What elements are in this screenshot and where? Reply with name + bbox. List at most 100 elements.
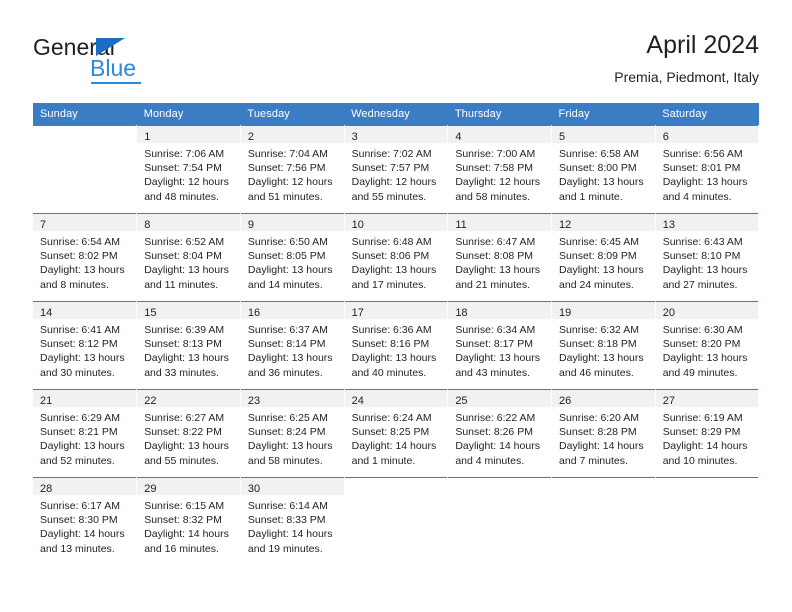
daylight-text-line1: Daylight: 14 hours <box>247 528 333 541</box>
day-number: 17 <box>351 307 364 319</box>
calendar-day-cell[interactable]: 13 Sunrise: 6:43 AM Sunset: 8:10 PM Dayligh… <box>655 213 760 301</box>
daylight-text-line1: Daylight: 12 hours <box>455 176 540 189</box>
calendar-day-cell[interactable]: 26 Sunrise: 6:20 AM Sunset: 8:28 PM Dayligh… <box>551 389 656 477</box>
daylight-text-line1: Daylight: 13 hours <box>40 264 125 277</box>
calendar-day-cell[interactable]: 9 Sunrise: 6:50 AM Sunset: 8:05 PM Daylight… <box>240 213 345 301</box>
calendar-day-cell[interactable]: 2 Sunrise: 7:04 AM Sunset: 7:56 PM Daylight… <box>240 125 345 213</box>
day-number: 26 <box>559 395 572 407</box>
sunset-text: Sunset: 8:29 PM <box>662 426 741 439</box>
day-number: 11 <box>455 219 467 231</box>
general-blue-logo[interactable]: General Blue <box>33 34 233 92</box>
day-cell: 20 Sunrise: 6:30 AM Sunset: 8:20 PM Dayligh… <box>655 301 759 389</box>
calendar-day-cell[interactable]: 28 Sunrise: 6:17 AM Sunset: 8:30 PM Dayligh… <box>33 477 138 563</box>
calendar-day-cell[interactable]: 1 Sunrise: 7:06 AM Sunset: 7:54 PM Daylight… <box>136 125 241 213</box>
day-number-band: 17 <box>344 302 448 319</box>
day-cell-body: Sunrise: 6:17 AM Sunset: 8:30 PM Daylight:… <box>33 495 136 556</box>
calendar-day-cell[interactable]: 21 Sunrise: 6:29 AM Sunset: 8:21 PM Dayligh… <box>33 389 138 477</box>
daylight-text-line1: Daylight: 13 hours <box>247 352 333 365</box>
daylight-text-line2: and 1 minute. <box>351 454 416 467</box>
daylight-text-line2: and 46 minutes. <box>559 366 634 379</box>
daylight-text-line1: Daylight: 13 hours <box>144 264 229 277</box>
calendar-body: 1 Sunrise: 7:06 AM Sunset: 7:54 PM Daylight… <box>33 125 760 563</box>
sunset-text: Sunset: 8:26 PM <box>455 426 533 439</box>
day-number: 27 <box>662 395 675 407</box>
daylight-text-line2: and 58 minutes. <box>247 454 323 467</box>
daylight-text-line1: Daylight: 14 hours <box>455 440 540 453</box>
daylight-text-line2: and 11 minutes. <box>144 278 219 291</box>
day-cell-body: Sunrise: 6:50 AM Sunset: 8:05 PM Daylight:… <box>241 231 344 292</box>
daylight-text-line2: and 13 minutes. <box>40 542 115 555</box>
daylight-text-line1: Daylight: 14 hours <box>40 528 125 541</box>
calendar-day-cell[interactable]: 25 Sunrise: 6:22 AM Sunset: 8:26 PM Dayligh… <box>447 389 553 477</box>
calendar-day-cell[interactable]: 17 Sunrise: 6:36 AM Sunset: 8:16 PM Dayligh… <box>344 301 449 389</box>
daylight-text-line2: and 58 minutes. <box>455 190 531 203</box>
calendar-day-cell[interactable]: 5 Sunrise: 6:58 AM Sunset: 8:00 PM Daylight… <box>551 125 656 213</box>
daylight-text-line1: Daylight: 14 hours <box>559 440 644 453</box>
calendar-day-cell[interactable]: 29 Sunrise: 6:15 AM Sunset: 8:32 PM Dayligh… <box>136 477 241 563</box>
weekday-header-saturday: Saturday <box>655 103 759 125</box>
daylight-text-line2: and 19 minutes. <box>247 542 323 555</box>
day-cell-body: Sunrise: 6:30 AM Sunset: 8:20 PM Daylight:… <box>656 319 759 380</box>
day-cell-body: Sunrise: 6:47 AM Sunset: 8:08 PM Daylight:… <box>448 231 551 292</box>
calendar-day-cell[interactable]: 18 Sunrise: 6:34 AM Sunset: 8:17 PM Dayligh… <box>447 301 553 389</box>
daylight-text-line1: Daylight: 13 hours <box>40 352 125 365</box>
sunset-text: Sunset: 8:04 PM <box>144 250 222 263</box>
daylight-text-line2: and 49 minutes. <box>662 366 738 379</box>
day-cell-body: Sunrise: 6:20 AM Sunset: 8:28 PM Daylight:… <box>552 407 655 468</box>
day-number-band: 24 <box>344 390 448 407</box>
sunrise-text: Sunrise: 6:20 AM <box>559 412 639 424</box>
day-number-band: 8 <box>137 214 240 231</box>
day-cell: 29 Sunrise: 6:15 AM Sunset: 8:32 PM Dayligh… <box>137 477 240 563</box>
daylight-text-line1: Daylight: 13 hours <box>559 264 644 277</box>
calendar-day-cell[interactable]: 20 Sunrise: 6:30 AM Sunset: 8:20 PM Dayligh… <box>655 301 760 389</box>
day-cell-body: Sunrise: 6:58 AM Sunset: 8:00 PM Daylight:… <box>552 143 655 204</box>
day-number-band: 11 <box>448 214 552 231</box>
day-cell-body: Sunrise: 6:34 AM Sunset: 8:17 PM Daylight:… <box>448 319 551 380</box>
sunset-text: Sunset: 7:56 PM <box>247 162 326 175</box>
sunrise-text: Sunrise: 6:47 AM <box>455 236 536 248</box>
calendar-day-cell[interactable]: 15 Sunrise: 6:39 AM Sunset: 8:13 PM Dayligh… <box>136 301 241 389</box>
calendar-day-cell <box>655 477 760 563</box>
calendar-day-cell[interactable]: 27 Sunrise: 6:19 AM Sunset: 8:29 PM Dayligh… <box>655 389 760 477</box>
calendar-day-cell[interactable]: 30 Sunrise: 6:14 AM Sunset: 8:33 PM Dayligh… <box>240 477 345 563</box>
page-subtitle: Premia, Piedmont, Italy <box>614 69 759 85</box>
calendar-day-cell[interactable]: 14 Sunrise: 6:41 AM Sunset: 8:12 PM Dayligh… <box>33 301 138 389</box>
calendar-day-cell[interactable]: 23 Sunrise: 6:25 AM Sunset: 8:24 PM Dayligh… <box>240 389 345 477</box>
calendar-week-row: 7 Sunrise: 6:54 AM Sunset: 8:02 PM Daylight… <box>33 213 760 301</box>
calendar-week-row: 28 Sunrise: 6:17 AM Sunset: 8:30 PM Dayligh… <box>33 477 760 563</box>
sunrise-text: Sunrise: 6:56 AM <box>662 148 743 160</box>
calendar-day-cell[interactable]: 6 Sunrise: 6:56 AM Sunset: 8:01 PM Daylight… <box>655 125 760 213</box>
sunrise-text: Sunrise: 6:52 AM <box>144 236 225 248</box>
sunset-text: Sunset: 8:30 PM <box>40 514 118 527</box>
calendar-day-cell[interactable]: 22 Sunrise: 6:27 AM Sunset: 8:22 PM Dayligh… <box>136 389 241 477</box>
daylight-text-line1: Daylight: 12 hours <box>247 176 333 189</box>
calendar-day-cell[interactable]: 12 Sunrise: 6:45 AM Sunset: 8:09 PM Dayligh… <box>551 213 656 301</box>
day-number: 12 <box>559 219 572 231</box>
calendar-day-cell[interactable]: 3 Sunrise: 7:02 AM Sunset: 7:57 PM Daylight… <box>344 125 449 213</box>
calendar-day-cell[interactable]: 24 Sunrise: 6:24 AM Sunset: 8:25 PM Dayligh… <box>344 389 449 477</box>
day-cell-body: Sunrise: 6:22 AM Sunset: 8:26 PM Daylight:… <box>448 407 551 468</box>
daylight-text-line1: Daylight: 13 hours <box>559 352 644 365</box>
sunrise-text: Sunrise: 6:22 AM <box>455 412 536 424</box>
daylight-text-line2: and 7 minutes. <box>559 454 628 467</box>
day-number-band: 23 <box>240 390 344 407</box>
daylight-text-line2: and 43 minutes. <box>455 366 531 379</box>
daylight-text-line1: Daylight: 13 hours <box>40 440 125 453</box>
calendar-day-cell[interactable]: 7 Sunrise: 6:54 AM Sunset: 8:02 PM Daylight… <box>33 213 138 301</box>
day-cell: 30 Sunrise: 6:14 AM Sunset: 8:33 PM Dayligh… <box>240 477 344 563</box>
day-number: 14 <box>40 307 53 319</box>
calendar-table: Sunday Monday Tuesday Wednesday Thursday Frid… <box>33 103 760 563</box>
daylight-text-line2: and 51 minutes. <box>247 190 323 203</box>
sunrise-text: Sunrise: 6:36 AM <box>351 324 432 336</box>
calendar-day-cell[interactable]: 10 Sunrise: 6:48 AM Sunset: 8:06 PM Dayligh… <box>344 213 449 301</box>
sunrise-text: Sunrise: 6:43 AM <box>662 236 743 248</box>
calendar-day-cell[interactable]: 11 Sunrise: 6:47 AM Sunset: 8:08 PM Dayligh… <box>447 213 553 301</box>
day-cell-body: Sunrise: 6:56 AM Sunset: 8:01 PM Daylight:… <box>656 143 759 204</box>
day-cell-body: Sunrise: 6:37 AM Sunset: 8:14 PM Daylight:… <box>241 319 344 380</box>
calendar-day-cell[interactable]: 16 Sunrise: 6:37 AM Sunset: 8:14 PM Dayligh… <box>240 301 345 389</box>
calendar-day-cell <box>447 477 553 563</box>
calendar-day-cell[interactable]: 8 Sunrise: 6:52 AM Sunset: 8:04 PM Daylight… <box>136 213 241 301</box>
calendar-day-cell[interactable]: 19 Sunrise: 6:32 AM Sunset: 8:18 PM Dayligh… <box>551 301 656 389</box>
calendar-day-cell[interactable]: 4 Sunrise: 7:00 AM Sunset: 7:58 PM Daylight… <box>447 125 553 213</box>
day-cell: 25 Sunrise: 6:22 AM Sunset: 8:26 PM Dayligh… <box>448 389 552 477</box>
